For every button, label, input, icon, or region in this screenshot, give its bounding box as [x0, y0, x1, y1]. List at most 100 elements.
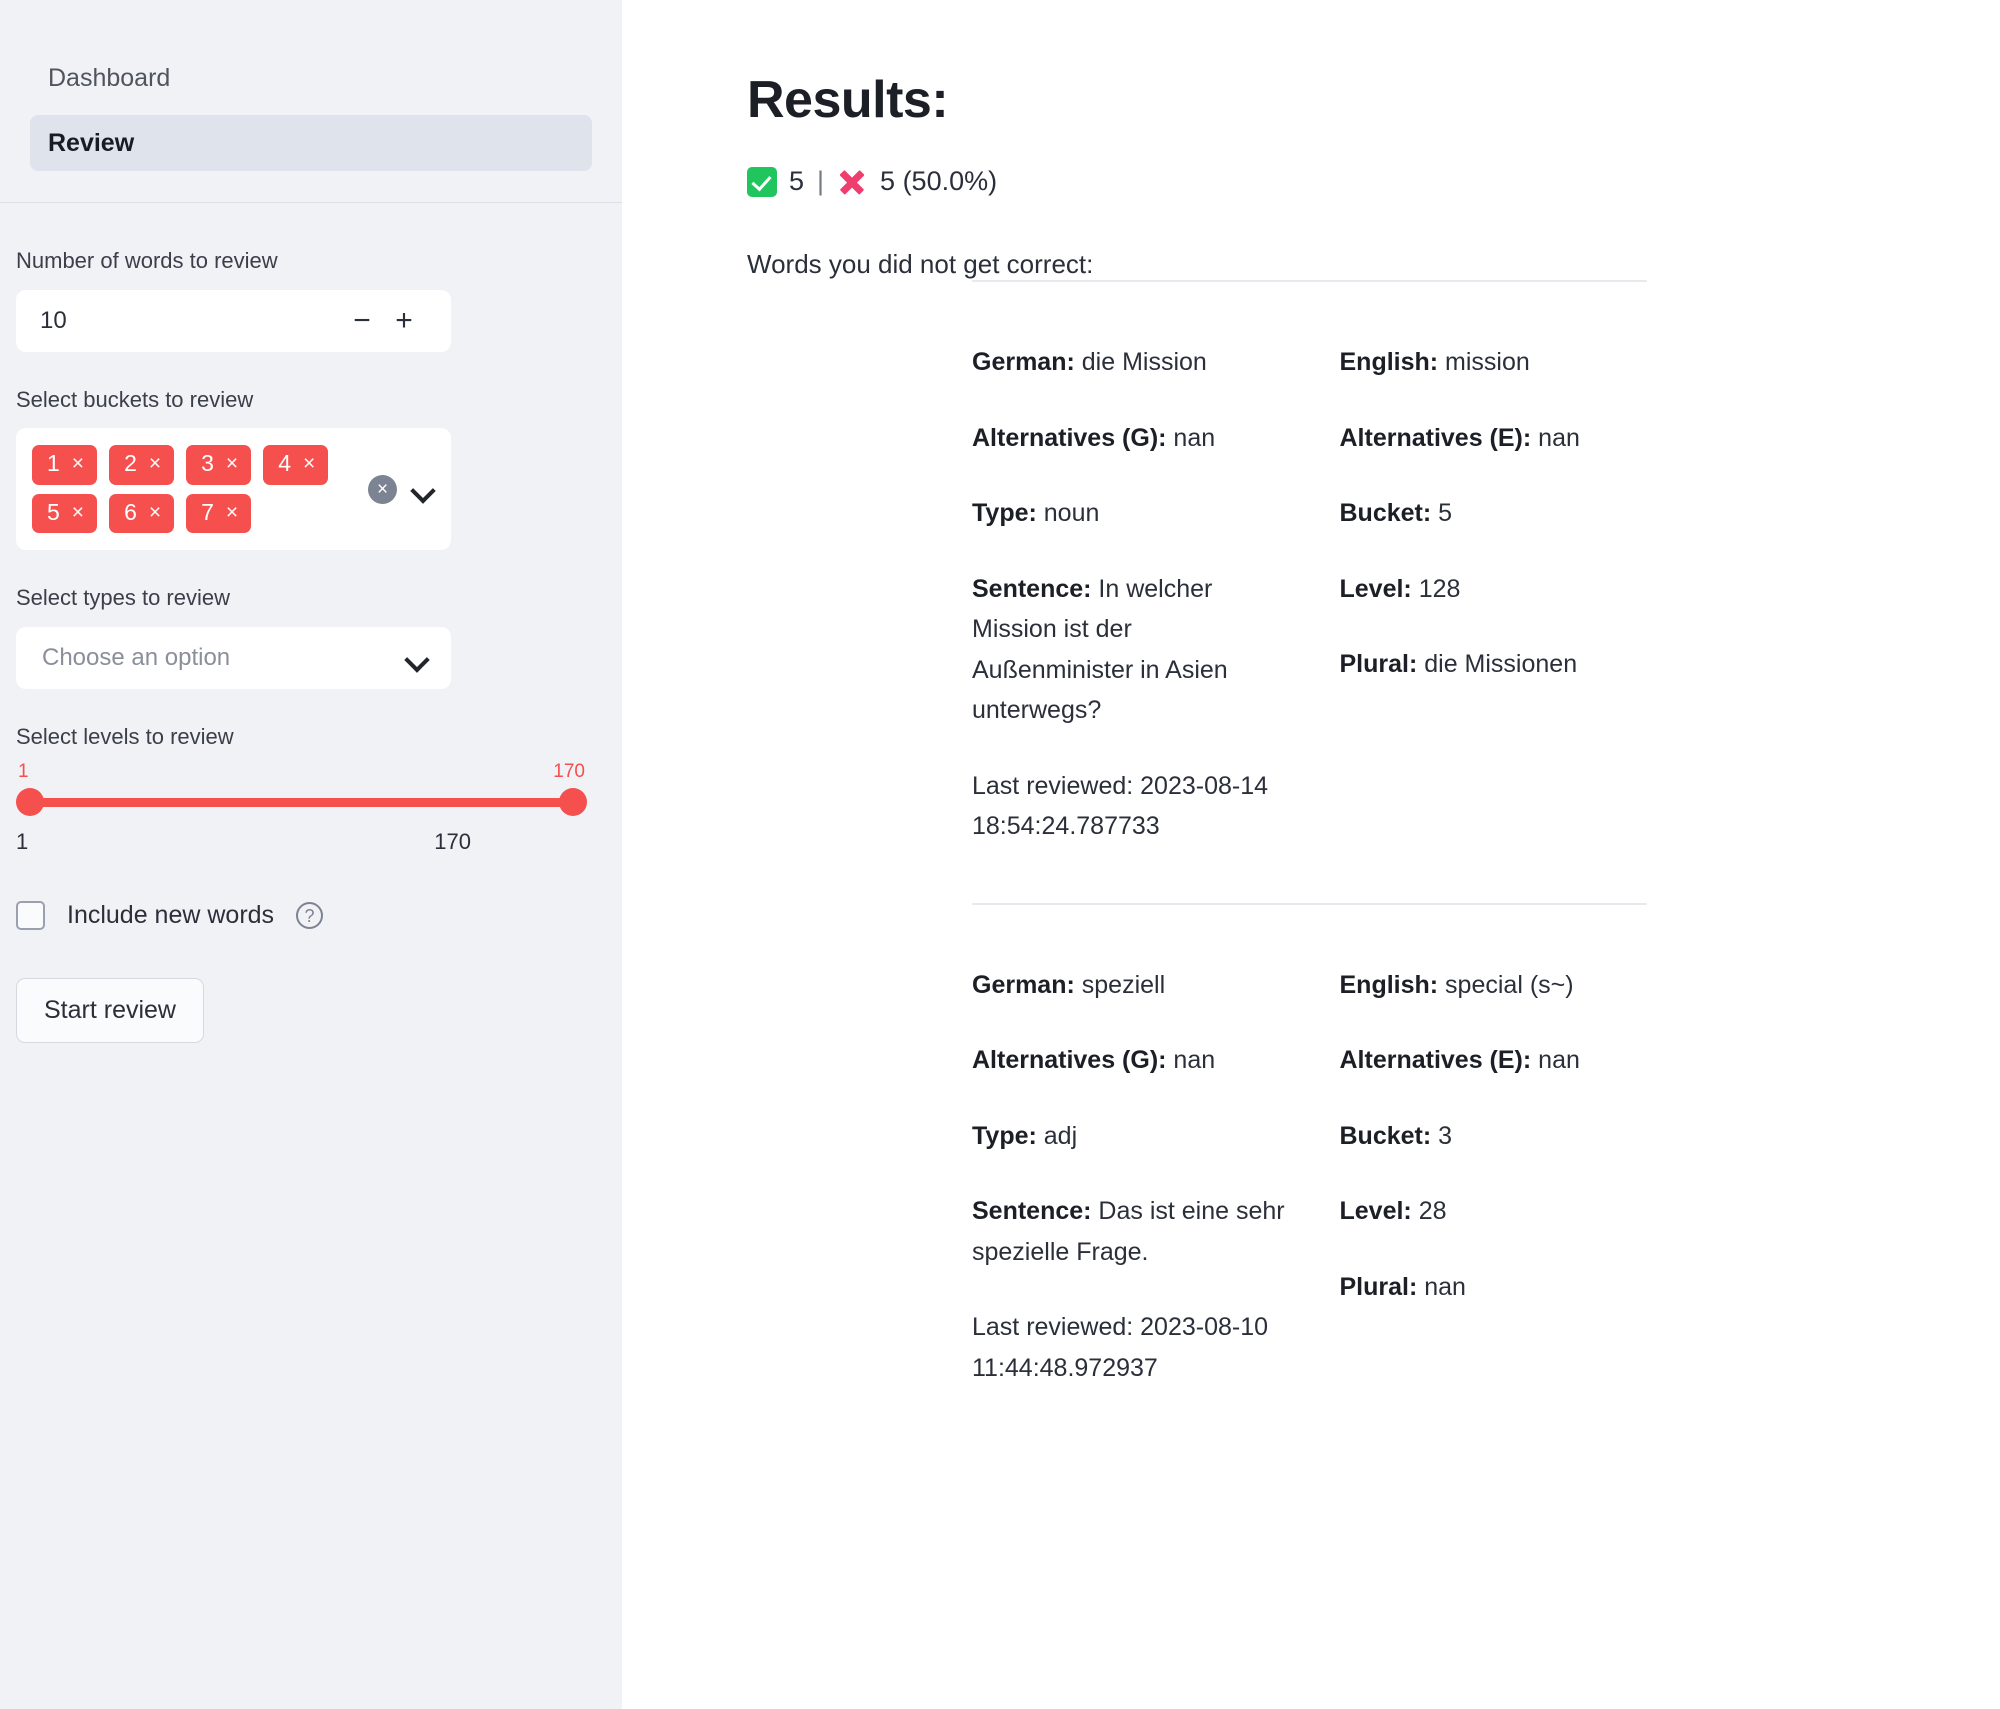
start-review-button[interactable]: Start review: [16, 978, 204, 1044]
close-icon[interactable]: ×: [226, 501, 238, 524]
include-new-words-row[interactable]: Include new words ?: [16, 901, 590, 931]
slider-handle-min[interactable]: [16, 788, 44, 817]
close-icon[interactable]: ×: [226, 452, 238, 475]
english-field-label: English:: [1339, 348, 1439, 376]
sentence-field-label: Sentence:: [972, 1197, 1092, 1225]
slider-track-area[interactable]: [16, 787, 587, 817]
type-field: Type: noun: [972, 493, 1292, 534]
german-field: German: die Mission: [972, 342, 1292, 383]
number-of-words-value[interactable]: 10: [40, 307, 341, 335]
sentence-field: Sentence: Das ist eine sehr spezielle Fr…: [972, 1191, 1292, 1272]
close-icon[interactable]: ×: [149, 452, 161, 475]
bucket-chip[interactable]: 7 ×: [186, 493, 252, 533]
bucket-chip[interactable]: 1 ×: [32, 445, 98, 485]
sidebar-nav: Dashboard Review: [0, 0, 622, 171]
bucket-chip[interactable]: 5 ×: [32, 493, 98, 533]
slider-range-labels: 1 170: [16, 829, 471, 855]
word-card-left-column: German: speziell Alternatives (G): nan Typ…: [972, 965, 1310, 1389]
close-icon[interactable]: ×: [149, 501, 161, 524]
help-icon[interactable]: ?: [296, 902, 324, 930]
sidebar: Dashboard Review Number of words to revi…: [0, 0, 622, 1709]
english-field-value: mission: [1438, 348, 1530, 376]
bucket-chip[interactable]: 6 ×: [109, 493, 175, 533]
check-icon: [747, 166, 777, 197]
sidebar-controls: Number of words to review 10 − + Select …: [0, 203, 622, 1044]
word-card-left-column: German: die Mission Alternatives (G): nan…: [972, 342, 1310, 847]
alternatives-g-field-value: nan: [1166, 423, 1216, 452]
alternatives-e-field: Alternatives (E): nan: [1340, 418, 1630, 459]
word-card-right-column: English: special (s~) Alternatives (E): n…: [1310, 965, 1648, 1389]
app-root: Dashboard Review Number of words to revi…: [0, 0, 2000, 1709]
incorrect-count: 5 (50.0%): [880, 166, 998, 196]
decrement-button[interactable]: −: [341, 305, 383, 336]
type-field-label: Type:: [972, 1121, 1037, 1150]
bucket-chip-list: 1 × 2 × 3 × 4 × 5 × 6 × 7 ×: [32, 445, 368, 533]
german-field: German: speziell: [972, 965, 1292, 1006]
increment-button[interactable]: +: [383, 305, 425, 336]
select-levels-label: Select levels to review: [16, 723, 234, 749]
chevron-down-icon[interactable]: [411, 477, 435, 501]
buckets-multiselect[interactable]: 1 × 2 × 3 × 4 × 5 × 6 × 7 × ×: [16, 428, 451, 551]
bucket-chip[interactable]: 2 ×: [109, 445, 175, 485]
level-field: Level: 128: [1340, 569, 1630, 610]
level-field-label: Level:: [1339, 1197, 1412, 1225]
german-field-label: German:: [972, 970, 1075, 999]
incorrect-words-subtitle: Words you did not get correct:: [747, 249, 1094, 279]
bucket-chip-label: 3: [201, 450, 214, 477]
include-new-words-checkbox[interactable]: [16, 901, 45, 931]
plural-field-value: die Missionen: [1417, 650, 1578, 678]
german-field-value: die Mission: [1074, 348, 1207, 376]
number-of-words-input-wrapper[interactable]: 10 − +: [16, 289, 451, 352]
sidebar-item-dashboard[interactable]: Dashboard: [30, 50, 592, 107]
select-types-group: Select types to review Choose an option: [16, 584, 590, 689]
plural-field: Plural: die Missionen: [1340, 644, 1630, 685]
slider-range-max-label: 170: [434, 829, 471, 855]
alternatives-g-field: Alternatives (G): nan: [972, 418, 1292, 459]
alternatives-e-field-value: nan: [1531, 1046, 1580, 1074]
last-reviewed-value: Last reviewed: 2023-08-10 11:44:48.97293…: [972, 1313, 1269, 1382]
sidebar-item-review[interactable]: Review: [30, 114, 592, 171]
bucket-chip[interactable]: 4 ×: [263, 445, 329, 485]
levels-slider[interactable]: 1 170 1 170: [16, 761, 587, 855]
alternatives-e-field: Alternatives (E): nan: [1340, 1040, 1630, 1081]
english-field-value: special (s~): [1438, 970, 1574, 999]
bucket-field-label: Bucket:: [1339, 499, 1432, 527]
close-icon[interactable]: ×: [72, 452, 84, 475]
slider-handle-max[interactable]: [559, 788, 587, 817]
sentence-field: Sentence: In welcher Mission ist der Auß…: [972, 569, 1292, 731]
plural-field: Plural: nan: [1340, 1267, 1630, 1308]
number-of-words-group: Number of words to review 10 − +: [16, 247, 590, 352]
sentence-field-label: Sentence:: [972, 574, 1092, 603]
level-field-value: 28: [1411, 1197, 1447, 1225]
bucket-chip-label: 7: [201, 498, 214, 525]
score-summary: 5 | 5 (50.0%): [747, 166, 2000, 197]
type-field-value: adj: [1036, 1121, 1078, 1150]
select-buckets-group: Select buckets to review 1 × 2 × 3 × 4 × 5 × 6 × 7 × …: [16, 386, 590, 551]
close-icon[interactable]: ×: [72, 501, 84, 524]
bucket-chip-label: 6: [124, 498, 137, 525]
close-icon[interactable]: ×: [303, 452, 315, 475]
bucket-chip[interactable]: 3 ×: [186, 445, 252, 485]
select-levels-group: Select levels to review 1 170 1 170: [16, 723, 590, 856]
types-select[interactable]: Choose an option: [16, 626, 451, 689]
alternatives-g-field-label: Alternatives (G):: [972, 423, 1167, 452]
number-of-words-label: Number of words to review: [16, 248, 278, 273]
level-field: Level: 28: [1340, 1191, 1630, 1232]
word-card-right-column: English: mission Alternatives (E): nan Buc…: [1310, 342, 1648, 847]
slider-min-value: 1: [18, 761, 29, 783]
level-field-label: Level:: [1339, 574, 1412, 603]
slider-handle-values: 1 170: [16, 761, 587, 783]
slider-range-min-label: 1: [16, 829, 29, 855]
slider-track: [30, 797, 573, 807]
alternatives-g-field: Alternatives (G): nan: [972, 1040, 1292, 1081]
bucket-field-value: 3: [1431, 1121, 1453, 1150]
multiselect-icons: ×: [368, 474, 439, 504]
select-types-label: Select types to review: [16, 585, 230, 611]
alternatives-e-field-value: nan: [1531, 423, 1580, 452]
clear-all-icon[interactable]: ×: [368, 474, 397, 504]
alternatives-e-field-label: Alternatives (E):: [1339, 423, 1532, 452]
type-field: Type: adj: [972, 1116, 1292, 1157]
chevron-down-icon[interactable]: [405, 646, 429, 670]
level-field-value: 128: [1411, 574, 1461, 603]
main-content: Results: 5 | 5 (50.0%) Words you did not…: [622, 0, 2000, 1709]
